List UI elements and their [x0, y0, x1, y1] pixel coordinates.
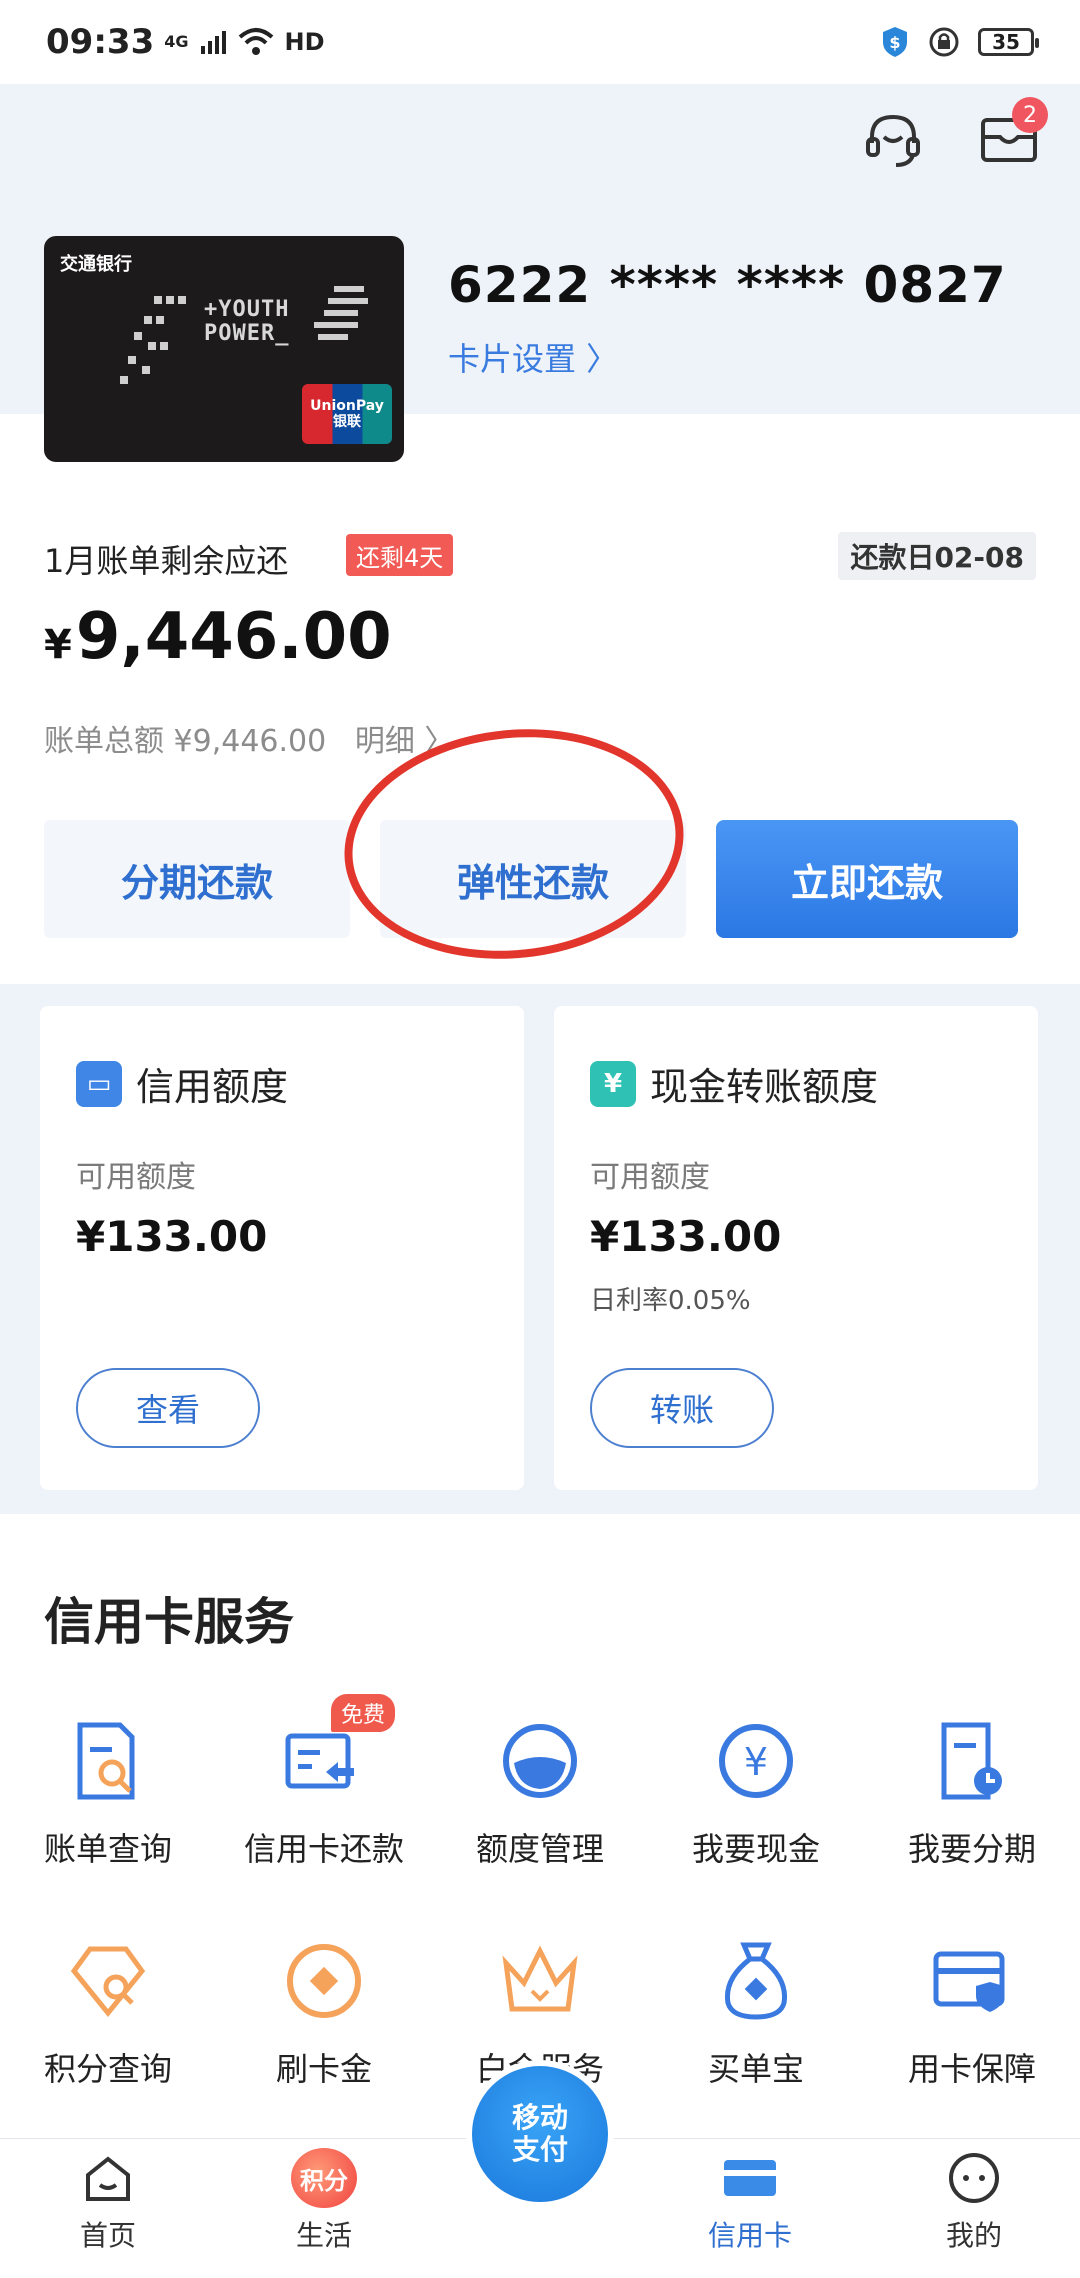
bill-total-details-link[interactable]: 账单总额 ¥9,446.00 明细 〉 — [44, 716, 454, 760]
service-label: 信用卡还款 — [243, 1830, 404, 1868]
unionpay-cn-text: 银联 — [333, 414, 361, 430]
service-points-query[interactable]: 积分查询 — [0, 1936, 216, 2090]
service-bill-query[interactable]: 账单查询 — [0, 1716, 216, 1870]
money-bag-icon — [711, 1936, 801, 2026]
battery-level: 35 — [992, 30, 1020, 54]
amount-value: 9,446.00 — [75, 600, 392, 674]
nav-life[interactable]: 积分 生活 — [244, 2148, 404, 2254]
messages-button[interactable]: 2 — [974, 97, 1048, 175]
services-title: 信用卡服务 — [44, 1593, 294, 1651]
card-settings-link[interactable]: 卡片设置 〉 — [448, 334, 618, 380]
mobile-pay-button[interactable]: 移动 支付 — [466, 2060, 614, 2208]
unionpay-text: UnionPay — [310, 398, 384, 414]
battery-indicator: 35 — [978, 28, 1039, 56]
hd-indicator: HD — [284, 28, 325, 56]
service-label: 积分查询 — [43, 2050, 172, 2088]
svg-text:$: $ — [889, 33, 900, 52]
cash-transfer-title: ¥ 现金转账额度 — [590, 1056, 878, 1111]
installment-icon — [927, 1716, 1017, 1806]
cash-icon: ¥ — [711, 1716, 801, 1806]
service-label: 买单宝 — [707, 2050, 804, 2088]
cash-transfer-card: ¥ 现金转账额度 可用额度 ¥133.00 日利率0.05% 转账 — [554, 1006, 1038, 1490]
nav-mine[interactable]: 我的 — [894, 2148, 1054, 2254]
repayment-actions: 分期还款 弹性还款 立即还款 — [44, 820, 1024, 938]
network-type: 4G — [164, 32, 189, 51]
cash-available-label: 可用额度 — [590, 1160, 710, 1195]
cash-transfer-title-text: 现金转账额度 — [650, 1065, 879, 1109]
home-icon — [78, 2148, 138, 2208]
service-label: 我要分期 — [907, 1830, 1036, 1868]
status-left: 09:33 4G HD — [46, 22, 325, 62]
service-maidanbao[interactable]: 买单宝 — [648, 1936, 864, 2090]
credit-card-icon: ▭ — [76, 1060, 122, 1107]
shield-icon: $ — [883, 27, 907, 57]
service-card-protection[interactable]: 用卡保障 — [864, 1936, 1080, 2090]
currency-symbol: ¥ — [44, 622, 72, 668]
card-shield-icon — [927, 1936, 1017, 2026]
mobile-pay-label: 移动 支付 — [511, 2101, 568, 2166]
swipe-gold-icon — [279, 1936, 369, 2026]
bill-search-icon — [63, 1716, 153, 1806]
nav-label: 我的 — [945, 2219, 1002, 2252]
customer-service-button[interactable] — [858, 105, 928, 175]
message-count-badge: 2 — [1012, 97, 1048, 133]
bank-card-image[interactable]: 交通银行 +YOUTH POWER_ UnionPay 银联 — [44, 236, 404, 462]
service-swipe-gold[interactable]: 刷卡金 — [216, 1936, 432, 2090]
clock: 09:33 — [46, 22, 155, 62]
yen-icon: ¥ — [590, 1060, 636, 1107]
credit-limit-card: ▭ 信用额度 可用额度 ¥133.00 查看 — [40, 1006, 524, 1490]
card-art-text: +YOUTH POWER_ — [204, 297, 290, 346]
status-right: $ 35 — [880, 25, 1039, 59]
nav-label: 生活 — [295, 2219, 352, 2252]
service-installment[interactable]: 我要分期 — [864, 1716, 1080, 1870]
free-badge: 免费 — [330, 1694, 395, 1732]
view-button[interactable]: 查看 — [76, 1368, 260, 1448]
wifi-icon — [238, 28, 273, 55]
available-limit-label: 可用额度 — [76, 1160, 196, 1195]
unionpay-logo: UnionPay 银联 — [302, 384, 392, 444]
service-label: 额度管理 — [475, 1830, 604, 1868]
svg-text:¥: ¥ — [744, 1740, 768, 1784]
installment-button[interactable]: 分期还款 — [44, 820, 350, 938]
service-label: 我要现金 — [691, 1830, 820, 1868]
nav-label: 首页 — [79, 2219, 136, 2252]
due-date-badge: 还款日02-08 — [838, 532, 1036, 580]
flexible-repay-button[interactable]: 弹性还款 — [380, 820, 686, 938]
headset-icon — [866, 114, 920, 167]
pay-now-button[interactable]: 立即还款 — [716, 820, 1018, 938]
quota-manage-icon — [495, 1716, 585, 1806]
card-number: 6222 **** **** 0827 — [448, 256, 1007, 314]
service-label: 刷卡金 — [275, 2050, 372, 2088]
service-label: 用卡保障 — [907, 2050, 1036, 2088]
cash-available-value: ¥133.00 — [590, 1212, 782, 1261]
credit-card-nav-icon — [720, 2148, 780, 2208]
status-bar: 09:33 4G HD $ 35 — [0, 0, 1080, 84]
available-limit-value: ¥133.00 — [76, 1212, 268, 1261]
card-repay-icon: 免费 — [279, 1694, 395, 1806]
nav-label: 信用卡 — [707, 2219, 792, 2252]
points-search-icon — [63, 1936, 153, 2026]
days-remaining-badge: 还剩4天 — [346, 534, 454, 576]
nav-home[interactable]: 首页 — [28, 2148, 188, 2254]
credit-limit-title: ▭ 信用额度 — [76, 1056, 288, 1111]
service-quota-manage[interactable]: 额度管理 — [432, 1716, 648, 1870]
service-cash[interactable]: ¥ 我要现金 — [648, 1716, 864, 1870]
signal-icon — [200, 31, 226, 54]
points-badge-icon: 积分 — [291, 2148, 357, 2208]
service-card-repay[interactable]: 免费 信用卡还款 — [216, 1694, 432, 1870]
daily-rate: 日利率0.05% — [590, 1286, 751, 1316]
profile-icon — [944, 2148, 1004, 2208]
nav-credit-card[interactable]: 信用卡 — [670, 2148, 830, 2254]
bill-amount: ¥9,446.00 — [44, 600, 392, 674]
transfer-button[interactable]: 转账 — [590, 1368, 774, 1448]
service-label: 账单查询 — [43, 1830, 172, 1868]
lock-icon — [929, 27, 959, 57]
crown-icon — [495, 1936, 585, 2026]
credit-limit-title-text: 信用额度 — [136, 1065, 289, 1109]
bill-label: 1月账单剩余应还 — [44, 542, 289, 580]
